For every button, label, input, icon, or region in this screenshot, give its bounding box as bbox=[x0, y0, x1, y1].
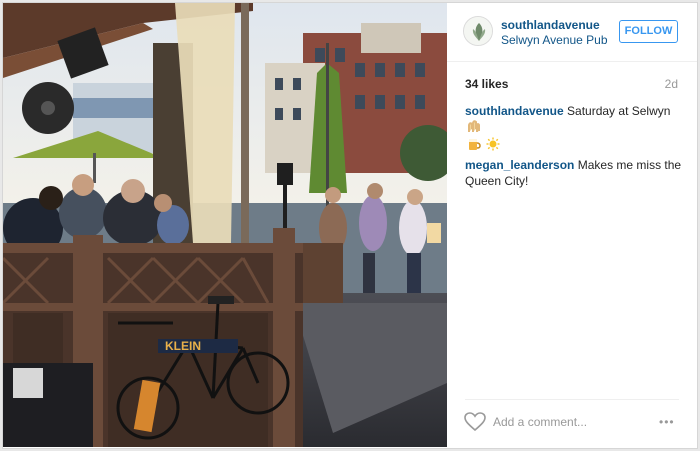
post-header: southlandavenue Selwyn Avenue Pub FOLLOW bbox=[447, 3, 697, 62]
likes-count[interactable]: 34 likes bbox=[465, 77, 508, 91]
comment-username[interactable]: southlandavenue bbox=[465, 104, 564, 118]
sun-emoji-icon bbox=[486, 137, 500, 155]
more-options-button[interactable]: ••• bbox=[659, 415, 675, 429]
post-age[interactable]: 2d bbox=[665, 77, 678, 91]
add-comment-input[interactable]: Add a comment... bbox=[493, 415, 587, 429]
avatar-image-icon bbox=[464, 17, 492, 45]
username-link[interactable]: southlandavenue bbox=[501, 18, 600, 32]
comments-list: southlandavenue Saturday at Selwyn megan… bbox=[465, 103, 685, 191]
location-link[interactable]: Selwyn Avenue Pub bbox=[501, 33, 608, 47]
avatar[interactable] bbox=[463, 16, 493, 46]
bike-brand-text: KLEIN bbox=[165, 339, 201, 353]
beer-emoji-icon bbox=[467, 137, 481, 155]
comment-item: megan_leanderson Makes me miss the Queen… bbox=[465, 157, 685, 189]
follow-button[interactable]: FOLLOW bbox=[619, 20, 678, 43]
post-sidebar: southlandavenue Selwyn Avenue Pub FOLLOW… bbox=[447, 3, 697, 447]
patio-photo: KLEIN bbox=[3, 3, 447, 447]
comment-username[interactable]: megan_leanderson bbox=[465, 158, 574, 172]
like-heart-icon[interactable] bbox=[464, 412, 486, 437]
comment-text: Saturday at Selwyn bbox=[567, 104, 671, 118]
comment-caption: southlandavenue Saturday at Selwyn bbox=[465, 103, 685, 155]
raised-hands-emoji-icon bbox=[467, 119, 481, 137]
post-photo[interactable]: KLEIN bbox=[3, 3, 447, 447]
footer-divider bbox=[465, 399, 679, 400]
